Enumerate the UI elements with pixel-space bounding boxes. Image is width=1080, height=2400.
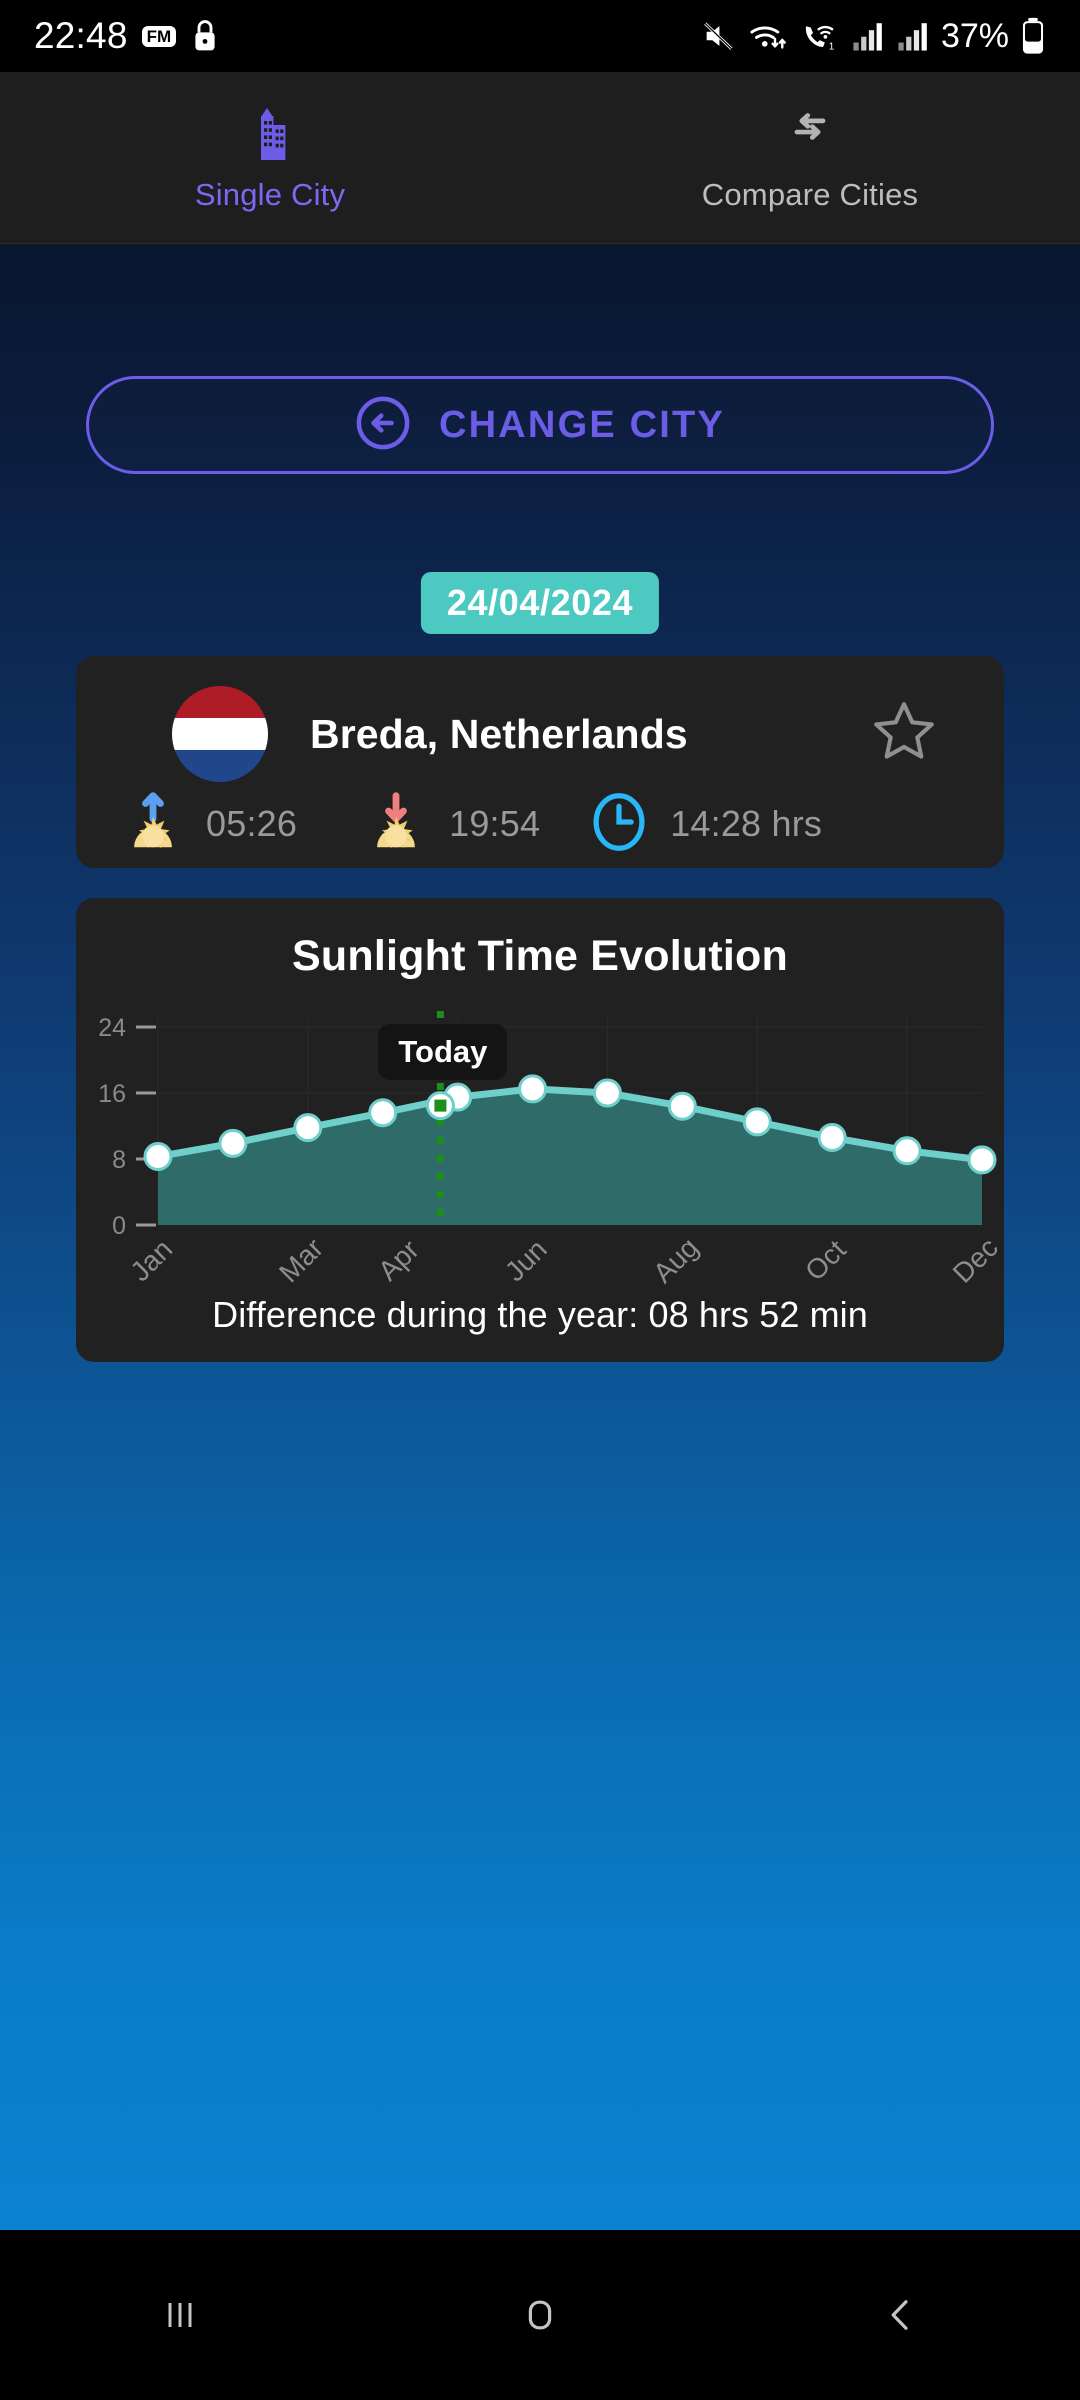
date-badge: 24/04/2024 [420,572,660,634]
signal-2-icon [896,20,930,52]
sunrise-time: 05:26 [206,803,298,844]
svg-text:Apr: Apr [372,1234,425,1287]
tab-compare-cities[interactable]: Compare Cities [540,72,1080,243]
compare-arrows-icon [782,103,838,163]
status-bar-left: 22:48 FM [34,15,220,57]
home-button[interactable] [360,2289,720,2341]
lock-icon [190,18,220,54]
clock-icon [588,791,650,858]
city-info-card: Breda, Netherlands 05:26 19:54 14:28 hrs [76,656,1004,868]
city-name-label: Breda, Netherlands [310,710,688,757]
svg-text:Mar: Mar [273,1232,329,1288]
battery-percent-label: 37% [940,16,1009,55]
status-bar-right: 1 37% [700,17,1046,56]
star-outline-icon[interactable] [870,698,938,771]
back-icon [891,2300,908,2330]
status-clock: 22:48 [34,15,128,56]
recents-icon [168,2303,192,2327]
sunset-time: 19:54 [449,803,541,844]
tab-single-city-label: Single City [194,176,346,212]
svg-text:Jun: Jun [499,1233,553,1287]
sunlight-chart-card: Sunlight Time Evolution 0 8 16 24 Jan Mar Apr J… [76,898,1004,1362]
sunset-icon [363,789,429,860]
svg-text:0: 0 [112,1212,126,1240]
change-city-button[interactable]: CHANGE CITY [86,376,994,474]
chart-area: 0 8 16 24 Jan Mar Apr Jun Aug Oct Dec Today [76,999,1004,1299]
city-header-row: Breda, Netherlands [76,682,1004,786]
sunset-item: 19:54 [363,789,540,860]
arrow-left-circle-icon [355,395,411,456]
sun-times-row: 05:26 19:54 14:28 hrs [76,788,1004,860]
svg-text:1: 1 [829,41,835,52]
tab-compare-cities-label: Compare Cities [701,176,919,212]
mute-icon [700,19,736,53]
recents-button[interactable] [0,2289,360,2341]
svg-text:8: 8 [112,1146,126,1174]
android-nav-bar [0,2230,1080,2400]
daylength-item: 14:28 hrs [588,791,822,858]
svg-text:Aug: Aug [647,1232,704,1289]
city-buildings-icon [242,103,298,163]
change-city-label: CHANGE CITY [439,403,725,446]
sunrise-item: 05:26 [120,789,297,860]
battery-icon [1020,17,1046,55]
signal-1-icon [851,20,885,52]
status-bar: 22:48 FM 1 37% [0,0,1080,72]
home-icon [528,2300,552,2330]
fm-badge-icon: FM [141,25,177,47]
back-button[interactable] [720,2289,1080,2341]
sunrise-icon [120,789,186,860]
svg-text:Jan: Jan [124,1233,178,1287]
chart-title: Sunlight Time Evolution [292,932,788,980]
sunlight-line-chart[interactable]: 0 8 16 24 Jan Mar Apr Jun Aug Oct Dec [76,999,1004,1299]
wifi-data-icon [747,19,789,53]
wifi-calling-icon: 1 [800,19,840,53]
phone-screen: 22:48 FM 1 37% Single City Compare Citie… [0,0,1080,2400]
main-content: CHANGE CITY 24/04/2024 Breda, Netherland… [0,244,1080,2230]
year-difference-label: Difference during the year: 08 hrs 52 mi… [212,1294,868,1335]
netherlands-flag-icon [172,686,268,782]
svg-text:24: 24 [98,1014,126,1042]
today-tooltip: Today [378,1023,508,1080]
svg-text:Oct: Oct [799,1234,852,1287]
tab-single-city[interactable]: Single City [0,72,540,243]
svg-text:16: 16 [98,1080,126,1108]
daylength-value: 14:28 hrs [670,803,823,844]
svg-text:Dec: Dec [947,1232,1004,1289]
top-tab-bar: Single City Compare Cities [0,72,1080,244]
